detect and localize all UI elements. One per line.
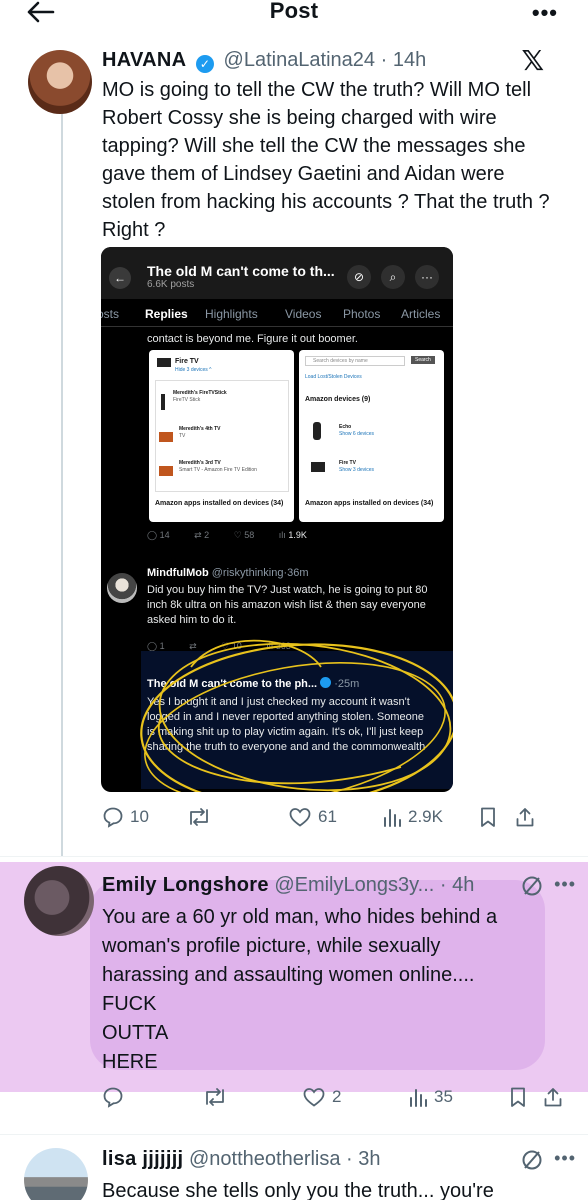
bookmark-button[interactable] xyxy=(508,1086,528,1108)
reply-line: harassing and assaulting women online...… xyxy=(102,964,475,986)
display-name[interactable]: Emily Longshore xyxy=(102,874,269,896)
handle[interactable]: @LatinaLatina24 xyxy=(224,49,376,71)
avatar[interactable] xyxy=(24,866,94,936)
reply-button[interactable]: 10 xyxy=(102,806,149,828)
scribble-annotation xyxy=(140,639,453,792)
separator-dot: · xyxy=(434,874,453,896)
post-header: HAVANA ✓ @LatinaLatina24 · 14h xyxy=(102,49,426,73)
reply-text: You are a 60 yr old man, who hides behin… xyxy=(102,903,562,1077)
views-icon xyxy=(384,809,401,827)
like-button[interactable]: 2 xyxy=(302,1086,341,1108)
heart-icon xyxy=(289,808,311,827)
reply-header: Emily Longshore @EmilyLongs3y... · 4h xyxy=(102,874,474,897)
timestamp[interactable]: 3h xyxy=(358,1148,380,1170)
like-count: 61 xyxy=(318,807,337,826)
divider xyxy=(0,1134,588,1135)
reply-button[interactable] xyxy=(102,1086,130,1108)
top-bar: Post ••• xyxy=(0,0,588,28)
handle[interactable]: @nottheotherlisa xyxy=(189,1148,341,1170)
views-button[interactable]: 2.9K xyxy=(382,806,443,828)
post-action-row: 10 61 2.9K xyxy=(102,806,542,832)
heart-icon xyxy=(303,1088,325,1107)
like-count: 2 xyxy=(332,1087,342,1106)
timestamp[interactable]: 4h xyxy=(452,874,474,896)
reply-header: lisa jjjjjjj @nottheotherlisa · 3h xyxy=(102,1148,381,1171)
views-button[interactable]: 35 xyxy=(408,1086,453,1108)
reply-line: OUTTA xyxy=(102,1022,169,1044)
divider xyxy=(0,856,588,857)
verified-badge-icon: ✓ xyxy=(195,55,214,73)
share-button[interactable] xyxy=(514,806,536,828)
reply-count: 10 xyxy=(130,807,149,826)
views-icon xyxy=(410,1089,427,1107)
view-count: 2.9K xyxy=(408,807,443,826)
bookmark-button[interactable] xyxy=(478,806,498,828)
share-icon xyxy=(544,1088,562,1107)
display-name[interactable]: HAVANA xyxy=(102,49,186,71)
reply-icon xyxy=(103,807,123,828)
page-title: Post xyxy=(269,0,319,23)
post-text: MO is going to tell the CW the truth? Wi… xyxy=(102,79,550,241)
share-button[interactable] xyxy=(542,1086,564,1108)
repost-icon xyxy=(190,808,208,826)
display-name[interactable]: lisa jjjjjjj xyxy=(102,1148,183,1170)
repost-button[interactable] xyxy=(202,1086,234,1108)
handle[interactable]: @EmilyLongs3y... xyxy=(274,874,434,896)
reply-icon xyxy=(103,1087,123,1108)
reply-line: FUCK xyxy=(102,993,157,1015)
reply-text: Because she tells only you the truth... … xyxy=(102,1180,494,1200)
more-options-button[interactable]: ••• xyxy=(554,874,576,895)
separator-dot: · xyxy=(340,1148,359,1170)
reply-action-row: 2 35 xyxy=(102,1086,562,1112)
grok-icon[interactable] xyxy=(520,874,544,903)
more-options-button[interactable]: ••• xyxy=(554,1148,576,1169)
bookmark-icon xyxy=(511,1087,525,1107)
avatar[interactable] xyxy=(28,50,92,114)
x-logo-icon: 𝕏 xyxy=(521,45,544,76)
embedded-screenshot[interactable]: ← The old M can't come to th... 6.6K pos… xyxy=(101,247,453,792)
reply-line: woman's profile picture, while sexually xyxy=(102,935,441,957)
view-count: 35 xyxy=(434,1087,453,1106)
share-icon xyxy=(516,808,534,827)
avatar[interactable] xyxy=(24,1148,88,1200)
more-options-button[interactable]: ••• xyxy=(532,0,558,26)
reply-line: HERE xyxy=(102,1051,158,1073)
timestamp[interactable]: 14h xyxy=(393,49,426,71)
separator-dot: · xyxy=(375,49,393,71)
bookmark-icon xyxy=(481,807,495,827)
thread-line xyxy=(61,108,63,856)
like-button[interactable]: 61 xyxy=(288,806,337,828)
repost-icon xyxy=(206,1088,224,1106)
reply-line: You are a 60 yr old man, who hides behin… xyxy=(102,906,498,928)
repost-button[interactable] xyxy=(186,806,218,828)
grok-icon[interactable] xyxy=(520,1148,544,1177)
